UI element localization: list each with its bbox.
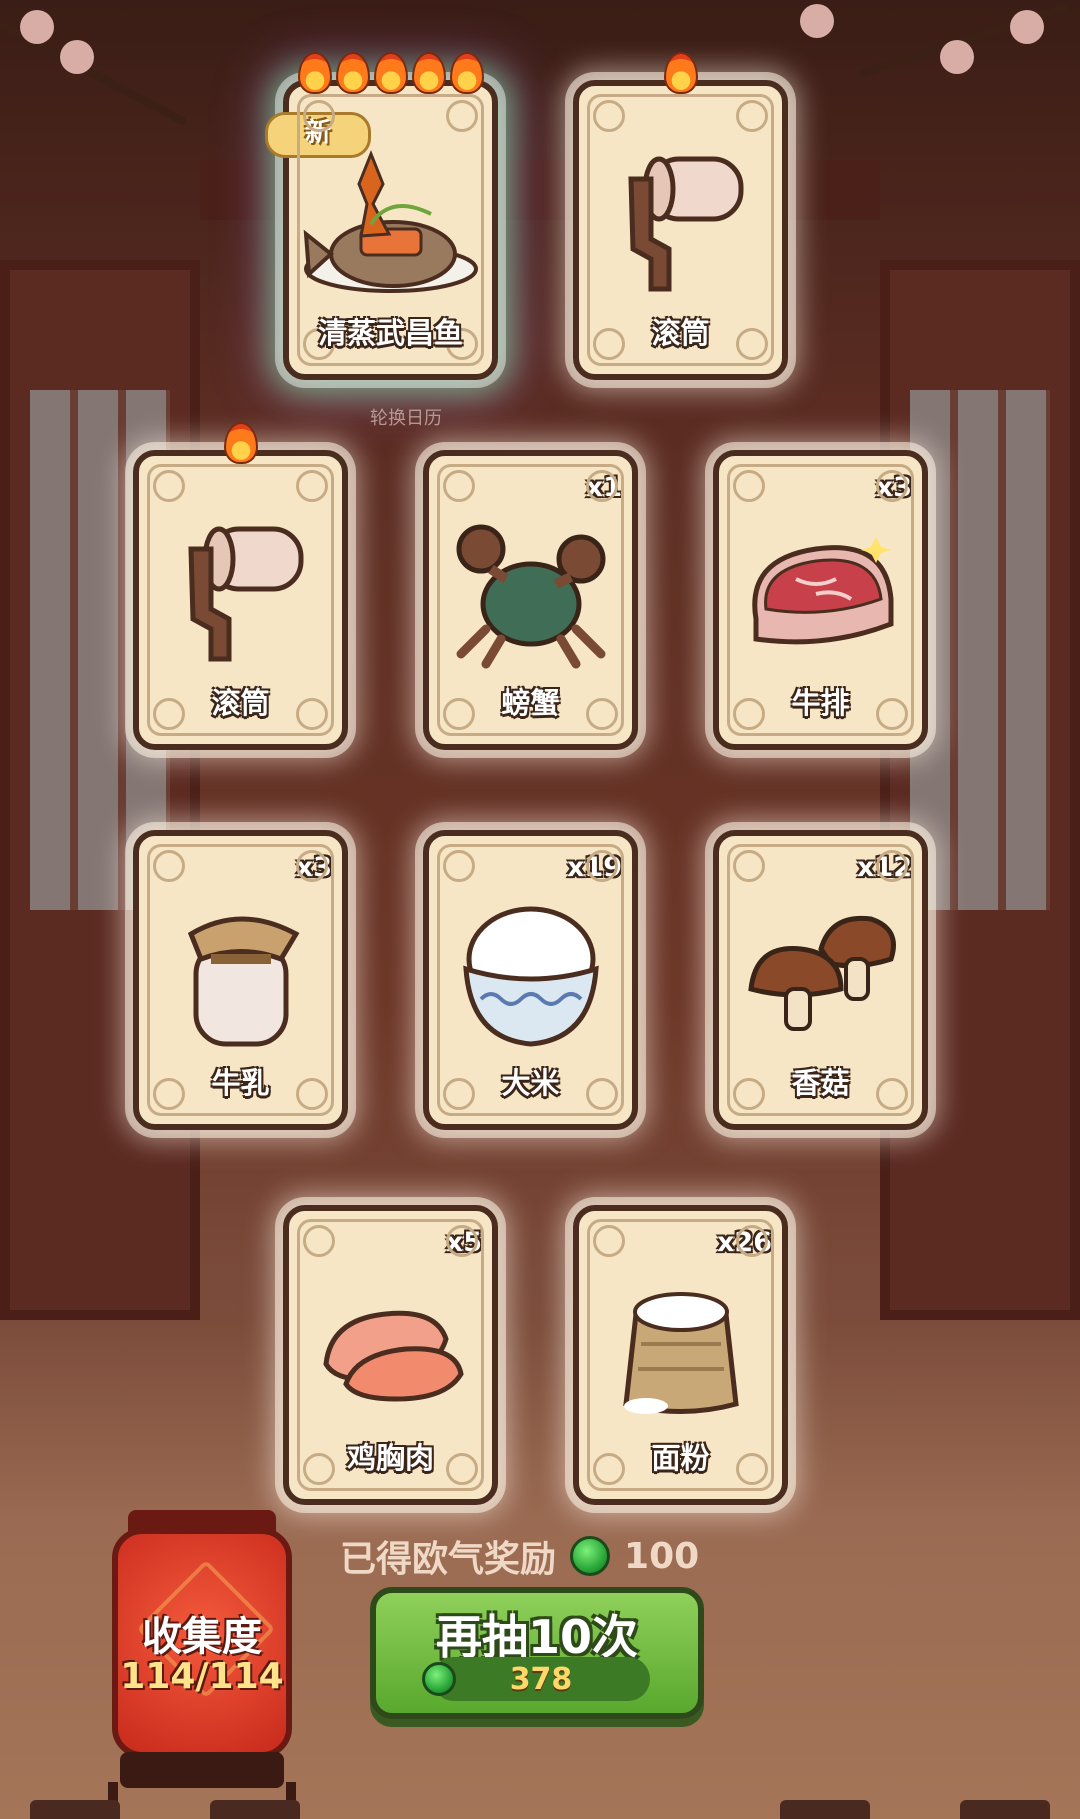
item-card[interactable]: 新 清蒸武昌鱼 (265, 52, 498, 380)
swirl-ornament (736, 1225, 768, 1257)
card-name: 大米 (501, 1066, 560, 1100)
card-name: 螃蟹 (501, 686, 560, 720)
rarity-flames (579, 52, 782, 98)
swirl-ornament (303, 100, 335, 132)
item-card[interactable]: x3 牛乳 (133, 830, 348, 1130)
item-card[interactable]: x3 牛排 (713, 450, 928, 750)
item-card[interactable]: 滚筒 (133, 422, 348, 750)
reward-value: 100 (624, 1535, 700, 1577)
item-card[interactable]: 滚筒 (573, 52, 788, 380)
bottom-tab[interactable] (210, 1800, 300, 1819)
crab-icon (456, 524, 605, 669)
draw-cost: 378 (509, 1661, 573, 1697)
window-left (0, 260, 200, 1320)
swirl-ornament (593, 1225, 625, 1257)
swirl-ornament (303, 1225, 335, 1257)
window-pane (910, 390, 1050, 910)
rarity-flames (289, 52, 492, 98)
swirl-ornament (733, 470, 765, 502)
card-name: 清蒸武昌鱼 (317, 316, 463, 350)
flame-icon (297, 52, 332, 94)
steamed-fish-icon (303, 150, 478, 294)
bottom-tab[interactable] (780, 1800, 870, 1819)
collection-title: 收集度 (142, 1614, 262, 1660)
swirl-ornament (296, 470, 328, 502)
item-card[interactable]: x26 面粉 (573, 1205, 788, 1505)
swirl-ornament (586, 470, 618, 502)
steak-icon (751, 537, 893, 645)
blossom (1010, 10, 1044, 44)
milk-jar-icon (187, 916, 299, 1047)
swirl-ornament (153, 470, 185, 502)
flame-icon (663, 52, 698, 94)
blossom (800, 4, 834, 38)
swirl-ornament (443, 470, 475, 502)
swirl-ornament (296, 850, 328, 882)
card-name: 香菇 (791, 1066, 850, 1100)
item-card[interactable]: x12 香菇 (713, 830, 928, 1130)
green-coin-icon (422, 1662, 456, 1696)
chicken-breast-icon (322, 1311, 464, 1402)
card-name: 鸡胸肉 (346, 1441, 434, 1475)
roller-icon (627, 156, 743, 292)
flame-icon (223, 422, 258, 464)
bottom-tab[interactable] (960, 1800, 1050, 1819)
swirl-ornament (446, 100, 478, 132)
flame-icon (449, 52, 484, 94)
bottom-tab[interactable] (30, 1800, 120, 1819)
blossom (60, 40, 94, 74)
item-card[interactable]: x1 螃蟹 (423, 450, 638, 750)
collection-lantern[interactable]: 收集度 114/114 (112, 1528, 292, 1758)
card-name: 面粉 (651, 1441, 710, 1475)
swirl-ornament (876, 470, 908, 502)
swirl-ornament (733, 850, 765, 882)
swirl-ornament (443, 850, 475, 882)
card-name: 牛排 (791, 686, 850, 720)
green-coin-icon (570, 1536, 611, 1576)
reward-label: 已得欧气奖励 (340, 1539, 557, 1580)
swirl-ornament (876, 850, 908, 882)
card-name: 牛乳 (211, 1066, 270, 1100)
flame-icon (373, 52, 408, 94)
rice-bowl-icon (462, 906, 599, 1047)
flame-icon (335, 52, 370, 94)
swirl-ornament (586, 850, 618, 882)
flame-icon (411, 52, 446, 94)
draw-10-button[interactable]: 再抽10次 378 (370, 1587, 704, 1719)
item-card[interactable]: x19 大米 (423, 830, 638, 1130)
item-card[interactable]: x5 鸡胸肉 (283, 1205, 498, 1505)
mushroom-icon (747, 916, 896, 1032)
window-right (880, 260, 1080, 1320)
swirl-ornament (736, 100, 768, 132)
swirl-ornament (446, 1225, 478, 1257)
roller-icon (187, 526, 303, 662)
swirl-ornament (153, 850, 185, 882)
swirl-ornament (593, 100, 625, 132)
reward-line: 已得欧气奖励 100 (340, 1533, 700, 1581)
rotation-calendar-label: 轮换日历 (370, 408, 442, 429)
rarity-flames (139, 422, 342, 468)
flour-sack-icon (622, 1292, 739, 1415)
card-name: 滚筒 (211, 686, 270, 720)
cost-pill: 378 (422, 1657, 650, 1701)
blossom (20, 10, 54, 44)
card-name: 滚筒 (651, 316, 710, 350)
lantern-stand (108, 1782, 296, 1802)
collection-count: 114/114 (120, 1656, 284, 1697)
blossom (940, 40, 974, 74)
